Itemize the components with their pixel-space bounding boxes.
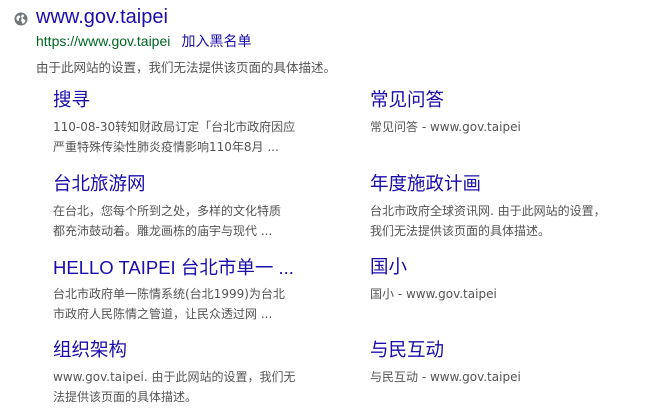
- sitelink-title[interactable]: 常见问答: [370, 89, 640, 113]
- sitelink-snippet-line: 台北市政府全球资讯网. 由于此网站的设置，: [370, 204, 606, 218]
- sitelink-snippet-line: 市政府人民陈情之管道，让民众透过网 ...: [53, 307, 273, 321]
- globe-icon: [14, 11, 28, 26]
- sitelink-title[interactable]: 与民互动: [370, 339, 640, 363]
- result-url[interactable]: https://www.gov.taipei: [36, 33, 170, 49]
- result-title-link[interactable]: www.gov.taipei: [36, 6, 168, 29]
- sitelink-title[interactable]: 台北旅游网: [53, 173, 323, 197]
- sitelink-snippet-line: 都充沛鼓动着。雕龙画栋的庙宇与现代 ...: [53, 224, 273, 238]
- sitelink-snippet-line: 110-08-30转知财政局订定「台北市政府因应: [53, 120, 296, 134]
- result-url-line: https://www.gov.taipei 加入黑名单: [36, 31, 251, 51]
- sitelink-faq: 常见问答 常见问答 - www.gov.taipei: [370, 89, 640, 137]
- sitelink-snippet-line: 与民互动 - www.gov.taipei: [370, 370, 521, 384]
- sitelink-snippet-line: 严重特殊传染性肺炎疫情影响110年8月 ...: [53, 140, 279, 154]
- sitelink-snippet-line: 我们无法提供该页面的具体描述。: [370, 224, 551, 238]
- result-snippet: 由于此网站的设置，我们无法提供该页面的具体描述。: [36, 60, 337, 75]
- sitelink-annual-plan: 年度施政计画 台北市政府全球资讯网. 由于此网站的设置， 我们无法提供该页面的具…: [370, 173, 640, 241]
- sitelink-snippet-line: www.gov.taipei. 由于此网站的设置，我们无: [53, 370, 296, 384]
- sitelink-title[interactable]: 年度施政计画: [370, 173, 640, 197]
- sitelink-title[interactable]: 组织架构: [53, 339, 323, 363]
- sitelink-snippet-line: 国小 - www.gov.taipei: [370, 287, 497, 301]
- sitelink-hello-taipei: HELLO TAIPEI 台北市单一 ... 台北市政府单一陈情系统(台北199…: [53, 256, 323, 324]
- sitelink-title[interactable]: HELLO TAIPEI 台北市单一 ...: [53, 256, 323, 280]
- sitelink-travel: 台北旅游网 在台北，您每个所到之处，多样的文化特质 都充沛鼓动着。雕龙画栋的庙宇…: [53, 173, 323, 241]
- block-site-link[interactable]: 加入黑名单: [181, 33, 251, 49]
- sitelink-citizen-interaction: 与民互动 与民互动 - www.gov.taipei: [370, 339, 640, 387]
- sitelink-title[interactable]: 搜寻: [53, 89, 323, 113]
- sitelink-elementary-school: 国小 国小 - www.gov.taipei: [370, 256, 640, 304]
- sitelink-search: 搜寻 110-08-30转知财政局订定「台北市政府因应 严重特殊传染性肺炎疫情影…: [53, 89, 323, 157]
- sitelink-snippet-line: 常见问答 - www.gov.taipei: [370, 120, 521, 134]
- sitelink-snippet-line: 法提供该页面的具体描述。: [53, 390, 198, 404]
- sitelink-organization: 组织架构 www.gov.taipei. 由于此网站的设置，我们无 法提供该页面…: [53, 339, 323, 407]
- sitelink-title[interactable]: 国小: [370, 256, 640, 280]
- sitelink-snippet-line: 台北市政府单一陈情系统(台北1999)为台北: [53, 287, 285, 301]
- sitelink-snippet-line: 在台北，您每个所到之处，多样的文化特质: [53, 204, 282, 218]
